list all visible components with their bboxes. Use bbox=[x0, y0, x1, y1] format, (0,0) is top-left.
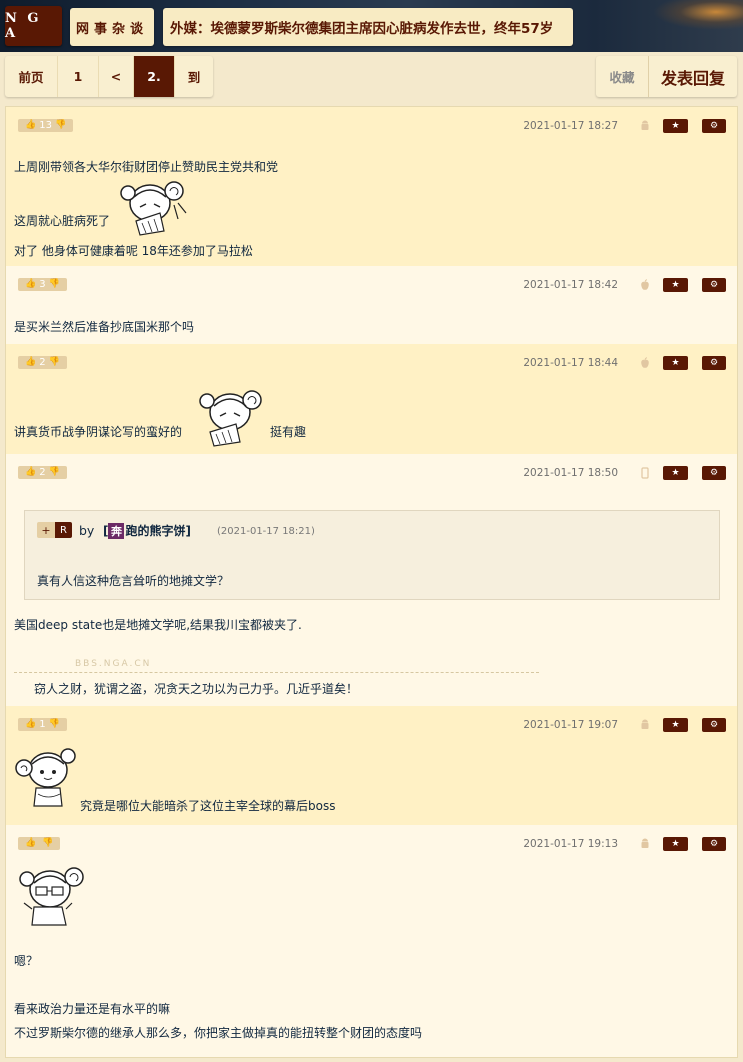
pager-goto[interactable]: 到 bbox=[175, 56, 213, 97]
vote-count: 13 bbox=[39, 120, 52, 131]
gear-icon[interactable]: ⚙ bbox=[702, 356, 726, 370]
android-icon bbox=[641, 719, 649, 729]
post-time: 2021-01-17 18:42 bbox=[523, 279, 618, 291]
quote-by-label: by bbox=[79, 523, 95, 538]
android-icon bbox=[641, 838, 649, 848]
signature-text: 窃人之财，犹谓之盗，况贪天之功以为己力乎。几近乎道矣！ bbox=[34, 682, 359, 696]
apple-icon bbox=[641, 357, 649, 368]
quote-text: 真有人信这种危言耸听的地摊文学？ bbox=[37, 574, 230, 588]
pagination: 前页 1 < 2. 到 bbox=[5, 56, 213, 97]
thumb-up-icon[interactable]: 👍 bbox=[25, 356, 36, 369]
quote-author[interactable]: [奔跑的熊字饼] bbox=[103, 522, 191, 539]
star-icon[interactable]: ★ bbox=[663, 718, 688, 732]
post-text-line: 对了 他身体可健康着呢 18年还参加了马拉松 bbox=[14, 244, 253, 258]
star-icon[interactable]: ★ bbox=[663, 278, 688, 292]
thumb-up-icon[interactable]: 👍 bbox=[25, 718, 36, 731]
post-item: 👍 👎 2021-01-17 19:13 ★ ⚙ 嗯？ 看来政治力量还是有水平的嘛… bbox=[6, 825, 737, 1057]
user-avatar[interactable]: 奔 bbox=[108, 522, 125, 539]
breadcrumb-thread-title[interactable]: 外媒：埃德蒙罗斯柴尔德集团主席因心脏病发作去世，终年57岁 bbox=[163, 8, 573, 46]
post-time: 2021-01-17 19:07 bbox=[523, 719, 618, 731]
quote-reply-badge[interactable]: R bbox=[55, 522, 72, 538]
vote-count: 2 bbox=[39, 467, 46, 478]
favorite-button[interactable]: 收藏 bbox=[596, 56, 649, 97]
post-text-line: 是买米兰然后准备抄底国米那个吗 bbox=[14, 320, 195, 334]
vote-badge[interactable]: 👍 1 👎 bbox=[18, 718, 67, 731]
post-text-line: 不过罗斯柴尔德的继承人那么多，你把家主做掉真的能扭转整个财团的态度吗 bbox=[14, 1026, 423, 1040]
vote-badge[interactable]: 👍 2 👎 bbox=[18, 466, 67, 479]
thumb-down-icon[interactable]: 👎 bbox=[55, 119, 66, 132]
post-item: 👍 2 👎 2021-01-17 18:50 ★ ⚙ + R by [奔跑的熊字饼]… bbox=[6, 454, 737, 706]
post-item: 👍 13 👎 2021-01-17 18:27 ★ ⚙ 上周刚带领各大华尔街财团停止… bbox=[6, 107, 737, 266]
apple-icon bbox=[641, 279, 649, 290]
anime-sticker-image bbox=[120, 181, 187, 236]
star-icon[interactable]: ★ bbox=[663, 837, 688, 851]
post-reply-button[interactable]: 发表回复 bbox=[649, 56, 737, 97]
post-item: 👍 3 👎 2021-01-17 18:42 ★ ⚙ 是买米兰然后准备抄底国米那个吗 bbox=[6, 266, 737, 344]
thumb-down-icon[interactable]: 👎 bbox=[49, 278, 60, 291]
post-list: 👍 13 👎 2021-01-17 18:27 ★ ⚙ 上周刚带领各大华尔街财团停止… bbox=[5, 106, 738, 1058]
vote-badge[interactable]: 👍 13 👎 bbox=[18, 119, 74, 132]
gear-icon[interactable]: ⚙ bbox=[702, 278, 726, 292]
vote-badge[interactable]: 👍 3 👎 bbox=[18, 278, 67, 291]
vote-badge[interactable]: 👍 👎 bbox=[18, 837, 61, 850]
post-item: 👍 2 👎 2021-01-17 18:44 ★ ⚙ 讲真货币战争阴谋论写的蛮好的 … bbox=[6, 344, 737, 454]
mobile-phone-icon bbox=[641, 467, 649, 479]
thumb-down-icon[interactable]: 👎 bbox=[42, 837, 53, 850]
pager-page-1[interactable]: 1 bbox=[58, 56, 99, 97]
thumb-down-icon[interactable]: 👎 bbox=[49, 466, 60, 479]
vote-badge[interactable]: 👍 2 👎 bbox=[18, 356, 67, 369]
post-text-line: 挺有趣 bbox=[270, 425, 307, 439]
vote-count: 2 bbox=[39, 357, 46, 368]
post-time: 2021-01-17 18:27 bbox=[523, 120, 618, 132]
quote-time: (2021-01-17 18:21) bbox=[217, 526, 315, 537]
expand-quote-button[interactable]: + bbox=[37, 522, 55, 538]
anime-sticker-image bbox=[19, 867, 84, 926]
gear-icon[interactable]: ⚙ bbox=[702, 718, 726, 732]
signature-divider bbox=[14, 672, 539, 673]
thumb-up-icon[interactable]: 👍 bbox=[25, 278, 36, 291]
quote-tag[interactable]: + R bbox=[37, 522, 72, 538]
vote-count: 1 bbox=[39, 719, 46, 730]
pager-back[interactable]: < bbox=[99, 56, 134, 97]
pager-page-2-current[interactable]: 2. bbox=[134, 56, 175, 97]
post-text-line: 看来政治力量还是有水平的嘛 bbox=[14, 1002, 171, 1016]
vote-count: 3 bbox=[39, 279, 46, 290]
gear-icon[interactable]: ⚙ bbox=[702, 466, 726, 480]
thumb-up-icon[interactable]: 👍 bbox=[25, 837, 36, 850]
post-time: 2021-01-17 18:50 bbox=[523, 467, 618, 479]
quote-author-name[interactable]: 跑的熊字饼] bbox=[125, 522, 191, 539]
post-text-line: 究竟是哪位大能暗杀了这位主宰全球的幕后boss bbox=[80, 799, 336, 813]
thumb-up-icon[interactable]: 👍 bbox=[25, 466, 36, 479]
star-icon[interactable]: ★ bbox=[663, 466, 688, 480]
gear-icon[interactable]: ⚙ bbox=[702, 119, 726, 133]
post-item: 👍 1 👎 2021-01-17 19:07 ★ ⚙ 究竟是哪位大能暗杀了这位主宰全… bbox=[6, 706, 737, 825]
anime-sticker-image bbox=[199, 390, 262, 447]
signature-watermark: BBS.NGA.CN bbox=[75, 659, 152, 669]
post-time: 2021-01-17 18:44 bbox=[523, 357, 618, 369]
quote-block: + R by [奔跑的熊字饼] (2021-01-17 18:21) 真有人信这… bbox=[24, 510, 720, 600]
thread-actions: 收藏 发表回复 bbox=[596, 56, 737, 97]
pager-prev-page[interactable]: 前页 bbox=[5, 56, 58, 97]
banner-art bbox=[653, 0, 743, 30]
post-text-line: 这周就心脏病死了 bbox=[14, 214, 111, 228]
anime-sticker-image bbox=[15, 748, 76, 807]
thumb-down-icon[interactable]: 👎 bbox=[49, 356, 60, 369]
thumb-down-icon[interactable]: 👎 bbox=[49, 718, 60, 731]
post-text-line: 美国deep state也是地摊文学呢,结果我川宝都被夹了. bbox=[14, 618, 302, 632]
post-time: 2021-01-17 19:13 bbox=[523, 838, 618, 850]
breadcrumb-forum[interactable]: 网事杂谈 bbox=[70, 8, 154, 46]
gear-icon[interactable]: ⚙ bbox=[702, 837, 726, 851]
android-icon bbox=[641, 120, 649, 130]
thumb-up-icon[interactable]: 👍 bbox=[25, 119, 36, 132]
star-icon[interactable]: ★ bbox=[663, 119, 688, 133]
post-text-line: 讲真货币战争阴谋论写的蛮好的 bbox=[14, 425, 183, 439]
nga-logo[interactable]: N G A bbox=[5, 6, 62, 46]
post-text-line: 嗯？ bbox=[14, 954, 39, 968]
post-text-line: 上周刚带领各大华尔街财团停止赞助民主党共和党 bbox=[14, 160, 279, 174]
star-icon[interactable]: ★ bbox=[663, 356, 688, 370]
